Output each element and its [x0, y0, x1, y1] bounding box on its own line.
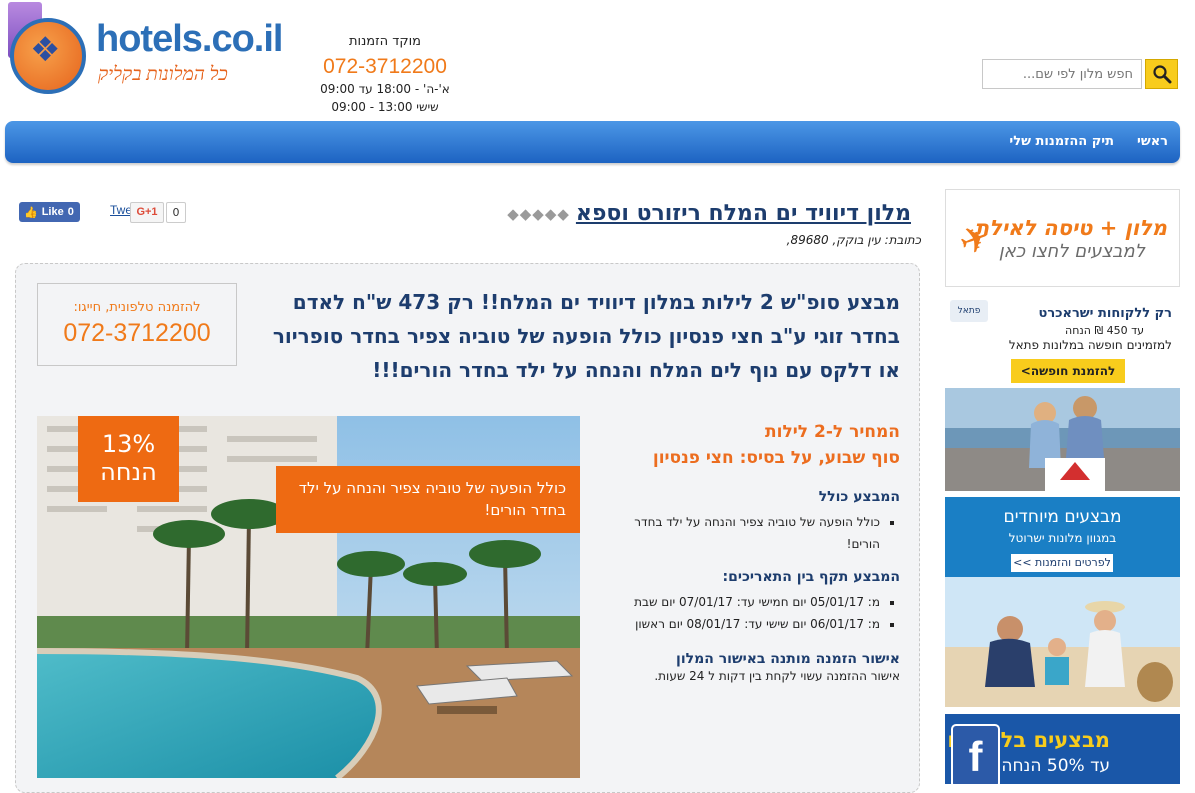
search-button[interactable]	[1145, 59, 1178, 89]
includes-title: המבצע כולל	[818, 489, 900, 505]
fattal-logo: פתאל	[950, 300, 988, 322]
star-rating: ◆◆◆◆◆	[507, 204, 570, 223]
search-input[interactable]	[982, 59, 1142, 89]
dates-list: מ: 05/01/17 יום חמישי עד: 07/01/17 יום ש…	[600, 591, 900, 635]
main-nav: ראשי תיק ההזמנות שלי	[5, 121, 1180, 163]
search-icon	[1152, 65, 1171, 84]
ad3-title: מבצעים מיוחדים	[1003, 507, 1122, 527]
runner-icon: ❖	[30, 30, 61, 70]
call-center: מוקד הזמנות 072-3712200 א'-ה' - 18:00 עד…	[300, 34, 470, 115]
nav-item-my-bookings[interactable]: תיק ההזמנות שלי	[1009, 134, 1114, 149]
discount-word: הנחה	[100, 458, 157, 486]
hotel-address: כתובת: עין בוקק, 89680,	[786, 233, 921, 247]
discount-badge: 13% הנחה	[78, 416, 179, 502]
fb-like-label: Like	[41, 206, 64, 218]
family-beach-image	[945, 577, 1180, 707]
deal-details: המחיר ל-2 לילות סוף שבוע, על בסיס: חצי פ…	[600, 419, 900, 683]
confirm-title: אישור הזמנה מותנה באישור המלון	[676, 651, 900, 667]
hotel-search	[982, 59, 1180, 91]
hotel-name-link[interactable]: מלון דיוויד ים המלח ריזורט וספא	[576, 201, 911, 226]
ad-facebook-exclusive[interactable]: מבצעים בלעדיים עד 50% הנחה f	[945, 714, 1180, 784]
google-plus-button[interactable]: G+1	[130, 202, 164, 223]
hours-friday: שישי 13:00 - 09:00	[331, 100, 439, 114]
fb-like-count: 0	[67, 206, 74, 218]
list-item: מ: 06/01/17 יום שישי עד: 08/01/17 יום רא…	[600, 613, 880, 635]
price-basis: סוף שבוע, על בסיס: חצי פנסיון	[652, 448, 900, 468]
ad-eilat-flight-hotel[interactable]: מלון + טיסה לאילת למבצעים לחצו כאן ✈	[945, 189, 1180, 287]
phone-booking-number[interactable]: 072-3712200	[38, 319, 236, 348]
google-plus-count: 0	[166, 202, 186, 223]
ad-isrotel-deals[interactable]: מבצעים מיוחדים במגוון מלונות ישרוטל לפרט…	[945, 497, 1180, 707]
includes-list: כולל הופעה של טוביה צפיר והנחה על ילד בח…	[600, 511, 900, 555]
list-item: כולל הופעה של טוביה צפיר והנחה על ילד בח…	[600, 511, 880, 555]
deal-headline: מבצע סופ"ש 2 לילות במלון דיוויד ים המלח!…	[272, 290, 900, 382]
dates-title: המבצע תקף בין התאריכים:	[722, 569, 900, 585]
phone-booking-label: להזמנה טלפונית, חייגו:	[73, 300, 201, 315]
thumbs-up-icon: 👍	[24, 206, 38, 219]
hours-weekdays: א'-ה' - 18:00 עד 09:00	[320, 82, 450, 96]
ad1-subtitle: למבצעים לחצו כאן	[998, 241, 1145, 262]
logo-slogan: כל המלונות בקליק	[98, 64, 228, 85]
ad2-discount: עד 450 ₪ הנחה	[1065, 324, 1144, 337]
facebook-icon: f	[951, 724, 1000, 784]
list-item: מ: 05/01/17 יום חמישי עד: 07/01/17 יום ש…	[600, 591, 880, 613]
phone-booking-box: להזמנה טלפונית, חייגו: 072-3712200	[37, 283, 237, 366]
discount-percent: 13%	[101, 430, 156, 458]
call-center-title: מוקד הזמנות	[349, 34, 421, 49]
facebook-like-button[interactable]: 👍 Like 0	[19, 202, 80, 222]
ad2-book-button[interactable]: להזמנת חופשה>	[1011, 359, 1125, 383]
ad1-title: מלון + טיסה לאילת	[974, 216, 1167, 240]
nav-item-home[interactable]: ראשי	[1137, 134, 1168, 149]
price-title: המחיר ל-2 לילות	[765, 422, 900, 442]
call-center-phone[interactable]: 072-3712200	[300, 55, 470, 79]
hotel-title: מלון דיוויד ים המלח ריזורט וספא ◆◆◆◆◆	[507, 201, 911, 226]
ad2-title: רק ללקוחות ישראכרט	[1038, 306, 1173, 321]
ad3-subtitle: במגוון מלונות ישרוטל	[1008, 531, 1117, 545]
ad2-text: למזמינים חופשה במלונות פתאל	[1008, 338, 1172, 352]
ad-isracard-fattal[interactable]: פתאל רק ללקוחות ישראכרט עד 450 ₪ הנחה למ…	[945, 296, 1180, 491]
confirm-text: אישור ההזמנה עשוי לקחת בין דקות ל 24 שעו…	[654, 669, 900, 683]
couple-beach-image	[945, 388, 1180, 491]
site-logo[interactable]: ❖ hotels.co.il כל המלונות בקליק	[0, 0, 283, 110]
ad3-details-button[interactable]: לפרטים והזמנות >>	[1011, 554, 1113, 572]
deal-ribbon: כולל הופעה של טוביה צפיר והנחה על ילד בח…	[276, 466, 580, 533]
ad4-subtitle: עד 50% הנחה	[1001, 756, 1110, 776]
logo-text: hotels.co.il	[96, 18, 283, 60]
